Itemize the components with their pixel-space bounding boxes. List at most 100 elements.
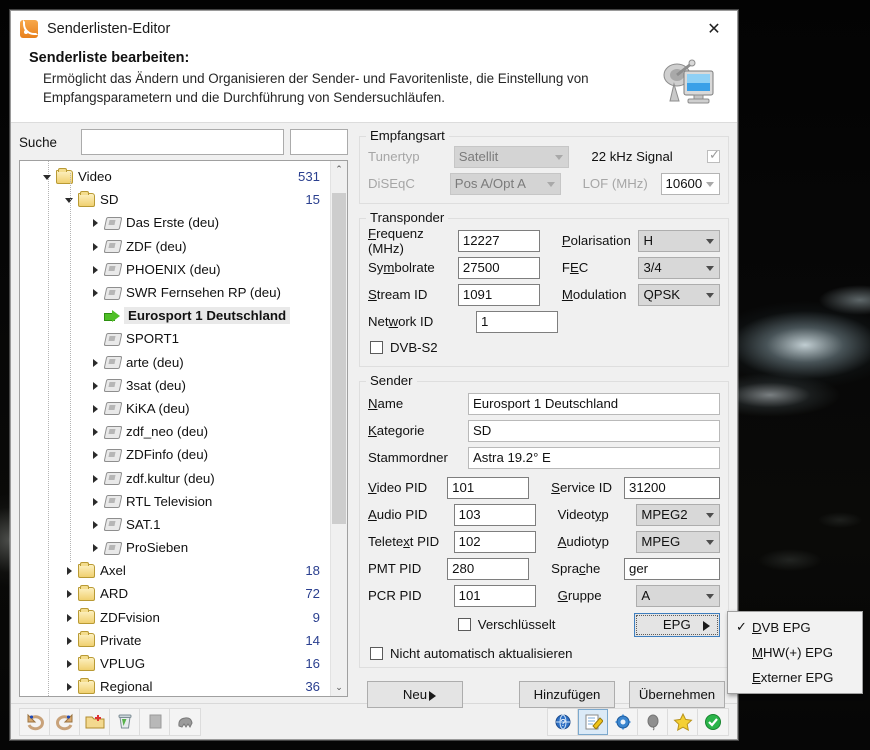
expander-closed-icon[interactable]: [90, 357, 101, 368]
epg-button[interactable]: EPG: [633, 612, 720, 637]
scroll-down-icon[interactable]: ⌄: [331, 679, 347, 696]
pcrpid-input[interactable]: [453, 584, 536, 607]
verschluesselt-checkbox[interactable]: [457, 618, 471, 631]
expander-closed-icon[interactable]: [90, 473, 101, 484]
channel-tree[interactable]: Video 531 SD 15 Das Erste (deu) ZDF (deu) PHOE…: [20, 161, 330, 696]
fec-select[interactable]: 3/4: [638, 256, 720, 279]
expander-closed-icon[interactable]: [90, 426, 101, 437]
tree-item[interactable]: RTL Television: [20, 490, 330, 513]
expander-closed-icon[interactable]: [90, 496, 101, 507]
sprache-input[interactable]: [624, 557, 720, 580]
search-input[interactable]: [81, 129, 284, 155]
tree-item[interactable]: arte (deu): [20, 351, 330, 374]
signal-checkbox[interactable]: [707, 147, 720, 163]
tree-item[interactable]: SWR Fernsehen RP (deu): [20, 281, 330, 304]
expander-closed-icon[interactable]: [64, 681, 75, 692]
favorite-star-icon[interactable]: [668, 708, 698, 735]
tree-item[interactable]: ARD 72: [20, 582, 330, 605]
tunertyp-select[interactable]: Satellit: [453, 145, 570, 168]
tree-item[interactable]: Das Erste (deu): [20, 211, 330, 234]
modulation-select[interactable]: QPSK: [638, 283, 720, 306]
tree-item[interactable]: SAT.1: [20, 513, 330, 536]
hinzufuegen-button[interactable]: Hinzufügen: [519, 681, 615, 708]
name-input[interactable]: [468, 392, 720, 415]
audiotyp-select[interactable]: MPEG: [636, 530, 720, 553]
expander-closed-icon[interactable]: [64, 588, 75, 599]
tree-item[interactable]: zdf.kultur (deu): [20, 466, 330, 489]
expander-closed-icon[interactable]: [90, 287, 101, 298]
pmtpid-input[interactable]: [447, 557, 530, 580]
new-folder-icon[interactable]: [80, 708, 110, 735]
tree-item[interactable]: ZDF (deu): [20, 235, 330, 258]
epg-menu-item[interactable]: Externer EPG: [728, 665, 862, 690]
tree-item[interactable]: Axel 18: [20, 559, 330, 582]
tree-item[interactable]: ProSieben: [20, 536, 330, 559]
expander-closed-icon[interactable]: [90, 264, 101, 275]
epg-context-menu[interactable]: ✓ DVB EPG MHW(+) EPG Externer EPG: [727, 611, 863, 694]
scrollbar-track[interactable]: [331, 178, 347, 679]
frequenz-input[interactable]: [457, 229, 540, 252]
streamid-input[interactable]: [457, 283, 540, 306]
confirm-check-icon[interactable]: [698, 709, 728, 735]
networkid-input[interactable]: [476, 310, 558, 333]
blank-page-icon[interactable]: [140, 708, 170, 735]
gruppe-select[interactable]: A: [636, 584, 720, 607]
trash-icon[interactable]: [110, 708, 140, 735]
expander-closed-icon[interactable]: [64, 565, 75, 576]
tree-item[interactable]: KiKA (deu): [20, 397, 330, 420]
help-globe-icon[interactable]: ?: [548, 708, 578, 735]
tree-item[interactable]: Eurosport 1 Deutschland: [20, 304, 330, 327]
expander-closed-icon[interactable]: [90, 403, 101, 414]
dvbs2-checkbox[interactable]: [370, 341, 383, 354]
scroll-up-icon[interactable]: ⌃: [331, 161, 347, 178]
expander-closed-icon[interactable]: [90, 380, 101, 391]
scrollbar-thumb[interactable]: [332, 193, 346, 524]
balloon-icon[interactable]: [638, 708, 668, 735]
videotyp-select[interactable]: MPEG2: [636, 503, 720, 526]
diseqc-select[interactable]: Pos A/Opt A: [449, 172, 561, 195]
tree-item[interactable]: Regional 36: [20, 675, 330, 696]
expander-closed-icon[interactable]: [90, 449, 101, 460]
expander-closed-icon[interactable]: [64, 635, 75, 646]
neu-button[interactable]: Neu: [367, 681, 463, 708]
uebernehmen-button[interactable]: Übernehmen: [629, 681, 725, 708]
edit-note-icon[interactable]: [578, 708, 608, 735]
videopid-input[interactable]: [447, 476, 530, 499]
kategorie-input[interactable]: [468, 419, 720, 442]
epg-menu-item[interactable]: ✓ DVB EPG: [728, 615, 862, 640]
serviceid-input[interactable]: [624, 476, 720, 499]
tree-item[interactable]: ZDFinfo (deu): [20, 443, 330, 466]
expander-closed-icon[interactable]: [90, 241, 101, 252]
tree-item[interactable]: SD 15: [20, 188, 330, 211]
epg-menu-item[interactable]: MHW(+) EPG: [728, 640, 862, 665]
nicht-auto-checkbox[interactable]: [370, 647, 383, 660]
stammordner-input[interactable]: [468, 446, 720, 469]
expander-open-icon[interactable]: [64, 194, 75, 205]
redo-icon[interactable]: [50, 708, 80, 735]
tree-item[interactable]: ZDFvision 9: [20, 606, 330, 629]
tree-item[interactable]: VPLUG 16: [20, 652, 330, 675]
expander-closed-icon[interactable]: [90, 519, 101, 530]
tree-item[interactable]: 3sat (deu): [20, 374, 330, 397]
settings-gear-icon[interactable]: [608, 708, 638, 735]
elephant-icon[interactable]: [170, 709, 200, 735]
tree-item[interactable]: SPORT1: [20, 327, 330, 350]
lof-select[interactable]: 10600: [660, 172, 720, 195]
teletextpid-input[interactable]: [453, 530, 536, 553]
tree-item[interactable]: PHOENIX (deu): [20, 258, 330, 281]
tree-item[interactable]: Private 14: [20, 629, 330, 652]
symbolrate-input[interactable]: [457, 256, 540, 279]
search-secondary-input[interactable]: [290, 129, 348, 155]
undo-icon[interactable]: [20, 708, 50, 735]
expander-closed-icon[interactable]: [90, 542, 101, 553]
tree-scrollbar[interactable]: ⌃ ⌄: [330, 161, 347, 696]
polarisation-select[interactable]: H: [638, 229, 720, 252]
audiopid-input[interactable]: [453, 503, 536, 526]
tree-item[interactable]: zdf_neo (deu): [20, 420, 330, 443]
close-icon[interactable]: ✕: [691, 11, 737, 47]
expander-closed-icon[interactable]: [64, 612, 75, 623]
expander-closed-icon[interactable]: [64, 658, 75, 669]
expander-closed-icon[interactable]: [90, 217, 101, 228]
tree-item[interactable]: Video 531: [20, 165, 330, 188]
expander-open-icon[interactable]: [42, 171, 53, 182]
